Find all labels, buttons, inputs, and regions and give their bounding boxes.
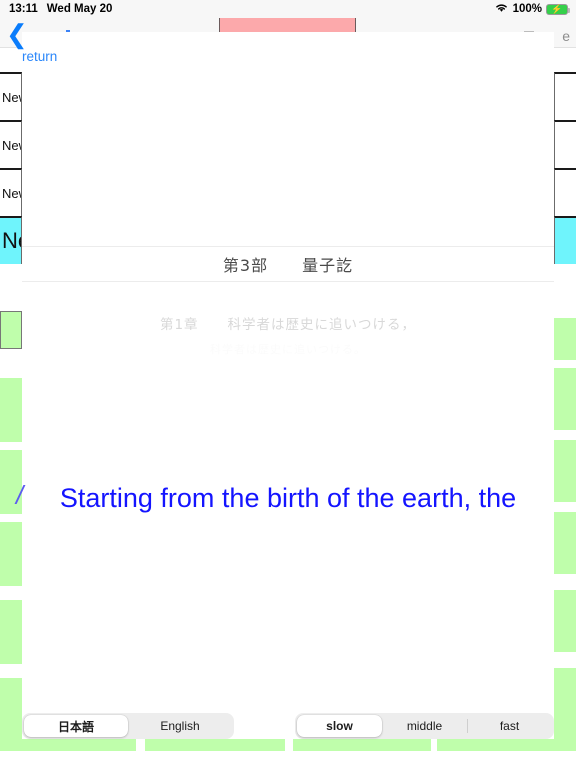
table-row-label: New <box>0 120 22 168</box>
table-row-trailing-cell <box>554 72 576 120</box>
status-time: 13:11 <box>9 3 38 15</box>
highlight-block <box>0 378 22 442</box>
highlight-block <box>0 600 22 664</box>
nav-right-partial-label: e <box>562 28 570 44</box>
highlight-block <box>554 368 576 430</box>
divider-top <box>22 246 554 247</box>
table-row-label: New <box>0 72 22 120</box>
table-row-trailing-cell <box>554 168 576 216</box>
chapter-heading: 第1章 科学者は歴史に追いつける， <box>159 317 417 333</box>
table-row-trailing-cell <box>554 120 576 168</box>
status-date: Wed May 20 <box>46 3 113 15</box>
status-indicators: 100% ⚡ <box>494 2 570 16</box>
highlight-block <box>554 668 576 740</box>
speed-option-1[interactable]: slow <box>297 715 382 737</box>
speed-segmented-control[interactable]: slow middle fast <box>295 713 554 739</box>
highlight-block <box>554 590 576 652</box>
return-link[interactable]: return <box>22 49 57 64</box>
app-screen: NewNewNewNe 第3部 量子訖 第1章 科学者は歴史に追いつける， 科学… <box>0 0 576 768</box>
bottom-highlight-bar <box>293 739 431 751</box>
table-row-trailing-cell <box>554 216 576 264</box>
highlight-block <box>0 522 22 586</box>
highlight-block <box>0 311 22 349</box>
highlight-block <box>554 440 576 502</box>
reading-sentence[interactable]: Starting from the birth of the earth, th… <box>22 478 554 518</box>
speed-option-3[interactable]: fast <box>467 715 552 737</box>
modal-sheet-panel <box>22 32 554 82</box>
battery-percent: 100% <box>512 3 542 15</box>
table-row[interactable]: New <box>0 120 576 168</box>
chapter-subheading: 科学者は歴史に追いつける。 <box>210 343 366 356</box>
chevron-left-icon[interactable]: ❮ <box>6 21 28 48</box>
status-bar: 13:11 Wed May 20 100% ⚡ <box>0 0 576 18</box>
highlight-block <box>554 318 576 360</box>
table-row-label: New <box>0 168 22 216</box>
part-heading: 第3部 量子訖 <box>222 256 354 275</box>
language-segmented-control[interactable]: 日本語 English <box>22 713 234 739</box>
bottom-highlight-bar <box>145 739 285 751</box>
language-option-2[interactable]: English <box>128 715 232 737</box>
bottom-highlight-bar <box>0 739 136 751</box>
highlight-block <box>0 678 22 740</box>
table-row-label: Ne <box>0 216 22 264</box>
wifi-icon <box>494 2 509 16</box>
speed-option-2[interactable]: middle <box>382 715 467 737</box>
highlight-block <box>554 512 576 574</box>
bolt-glyph: ⚡ <box>551 3 563 14</box>
bottom-highlight-bar <box>437 739 576 751</box>
battery-charging-icon: ⚡ <box>546 3 570 15</box>
table-row[interactable]: New <box>0 168 576 216</box>
language-option-1[interactable]: 日本語 <box>24 715 128 737</box>
divider-bottom <box>22 281 554 282</box>
